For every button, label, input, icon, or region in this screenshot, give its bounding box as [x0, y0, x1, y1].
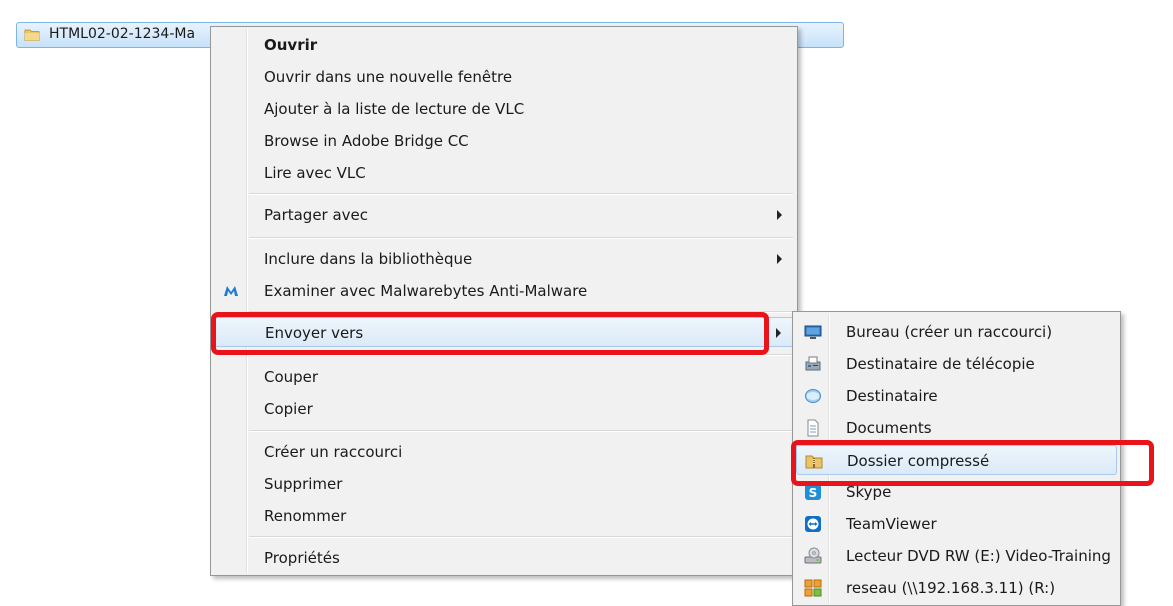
- menu-item-malwarebytes[interactable]: Examiner avec Malwarebytes Anti-Malware: [214, 276, 794, 306]
- skype-icon: S: [805, 484, 821, 500]
- send-to-teamviewer[interactable]: TeamViewer: [796, 509, 1117, 539]
- send-to-label: Lecteur DVD RW (E:) Video-Training: [846, 547, 1111, 565]
- send-to-submenu: Bureau (créer un raccourci) Destinataire…: [792, 311, 1121, 606]
- submenu-arrow-icon: [777, 254, 782, 264]
- context-menu: Ouvrir Ouvrir dans une nouvelle fenêtre …: [210, 26, 798, 576]
- menu-item-rename[interactable]: Renommer: [214, 501, 794, 531]
- menu-item-label: Ajouter à la liste de lecture de VLC: [264, 100, 525, 118]
- menu-item-open-new-window[interactable]: Ouvrir dans une nouvelle fenêtre: [214, 62, 794, 92]
- submenu-arrow-icon: [776, 328, 781, 338]
- menu-item-play-vlc[interactable]: Lire avec VLC: [214, 158, 794, 188]
- menu-item-delete[interactable]: Supprimer: [214, 469, 794, 499]
- network-drive-icon: [804, 579, 822, 597]
- menu-separator: [249, 193, 793, 195]
- send-to-label: Skype: [846, 483, 892, 501]
- send-to-label: Bureau (créer un raccourci): [846, 323, 1053, 341]
- desktop-stage: HTML02-02-1234-Ma Ouvrir Ouvrir dans une…: [0, 0, 1173, 606]
- menu-item-cut[interactable]: Couper: [214, 362, 794, 392]
- menu-separator: [249, 536, 793, 538]
- menu-item-label: Renommer: [264, 507, 347, 525]
- menu-item-properties[interactable]: Propriétés: [214, 543, 794, 573]
- send-to-dvd-drive[interactable]: Lecteur DVD RW (E:) Video-Training: [796, 541, 1117, 571]
- menu-item-copy[interactable]: Copier: [214, 394, 794, 424]
- teamviewer-icon: [805, 516, 821, 532]
- documents-icon: [807, 419, 819, 437]
- fax-icon: [805, 356, 821, 371]
- menu-separator: [249, 237, 793, 239]
- menu-item-label: Couper: [264, 368, 319, 386]
- menu-item-label: Examiner avec Malwarebytes Anti-Malware: [264, 282, 588, 300]
- send-to-label: reseau (\\192.168.3.11) (R:): [846, 579, 1056, 597]
- send-to-mail[interactable]: Destinataire: [796, 381, 1117, 411]
- send-to-skype[interactable]: S Skype: [796, 477, 1117, 507]
- menu-item-label: Copier: [264, 400, 313, 418]
- menu-item-label: Supprimer: [264, 475, 343, 493]
- desktop-icon: [804, 325, 822, 339]
- menu-item-label: Créer un raccourci: [264, 443, 403, 461]
- zip-folder-icon: [805, 455, 823, 469]
- menu-separator: [249, 354, 793, 356]
- send-to-label: Destinataire de télécopie: [846, 355, 1035, 373]
- svg-text:S: S: [809, 486, 818, 500]
- menu-item-ouvrir[interactable]: Ouvrir: [214, 30, 794, 60]
- mail-icon: [805, 389, 821, 403]
- menu-item-label: Partager avec: [264, 206, 369, 224]
- menu-item-include-library[interactable]: Inclure dans la bibliothèque: [214, 244, 794, 274]
- send-to-label: Destinataire: [846, 387, 938, 405]
- send-to-documents[interactable]: Documents: [796, 413, 1117, 443]
- menu-item-adobe-bridge[interactable]: Browse in Adobe Bridge CC: [214, 126, 794, 156]
- menu-item-send-to[interactable]: Envoyer vers: [214, 317, 794, 347]
- menu-item-label: Lire avec VLC: [264, 164, 366, 182]
- menu-separator: [249, 311, 793, 313]
- send-to-label: TeamViewer: [846, 515, 937, 533]
- menu-item-label: Envoyer vers: [265, 324, 364, 342]
- dvd-drive-icon: [804, 547, 822, 564]
- menu-item-label: Ouvrir dans une nouvelle fenêtre: [264, 68, 513, 86]
- menu-item-add-vlc-playlist[interactable]: Ajouter à la liste de lecture de VLC: [214, 94, 794, 124]
- send-to-label: Documents: [846, 419, 932, 437]
- menu-item-share-with[interactable]: Partager avec: [214, 200, 794, 230]
- file-name: HTML02-02-1234-Ma: [49, 26, 196, 42]
- menu-item-label: Propriétés: [264, 549, 340, 567]
- send-to-network-drive[interactable]: reseau (\\192.168.3.11) (R:): [796, 573, 1117, 603]
- menu-item-label: Inclure dans la bibliothèque: [264, 250, 473, 268]
- menu-item-label: Browse in Adobe Bridge CC: [264, 132, 469, 150]
- menu-item-label: Ouvrir: [264, 36, 318, 54]
- send-to-label: Dossier compressé: [847, 452, 990, 470]
- send-to-desktop[interactable]: Bureau (créer un raccourci): [796, 317, 1117, 347]
- menu-item-create-shortcut[interactable]: Créer un raccourci: [214, 437, 794, 467]
- menu-separator: [249, 430, 793, 432]
- send-to-fax[interactable]: Destinataire de télécopie: [796, 349, 1117, 379]
- send-to-zip-folder[interactable]: Dossier compressé: [796, 445, 1117, 475]
- malwarebytes-icon: [224, 286, 238, 296]
- folder-icon: [24, 29, 40, 41]
- submenu-arrow-icon: [777, 210, 782, 220]
